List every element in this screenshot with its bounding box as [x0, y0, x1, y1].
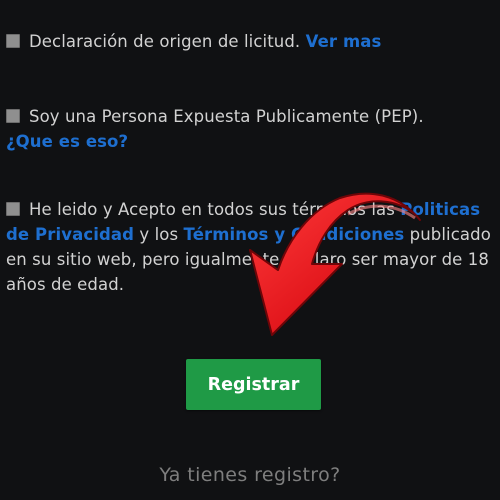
already-registered-link[interactable]: Ya tienes registro? — [0, 464, 500, 486]
origin-more-link[interactable]: Ver mas — [306, 32, 382, 51]
pep-row: Soy una Persona Expuesta Publicamente (P… — [6, 104, 496, 154]
origin-declaration-row: Declaración de origen de licitud. Ver ma… — [6, 29, 496, 54]
pep-info-link[interactable]: ¿Que es eso? — [6, 132, 128, 151]
terms-checkbox[interactable] — [6, 202, 20, 216]
red-arrow-icon — [249, 192, 421, 336]
origin-declaration-text: Declaración de origen de licitud. — [29, 32, 301, 51]
pep-checkbox[interactable] — [6, 109, 20, 123]
register-button[interactable]: Registrar — [186, 359, 321, 410]
terms-and-text: y los — [139, 225, 179, 244]
pep-text: Soy una Persona Expuesta Publicamente (P… — [29, 107, 424, 126]
origin-checkbox[interactable] — [6, 34, 20, 48]
